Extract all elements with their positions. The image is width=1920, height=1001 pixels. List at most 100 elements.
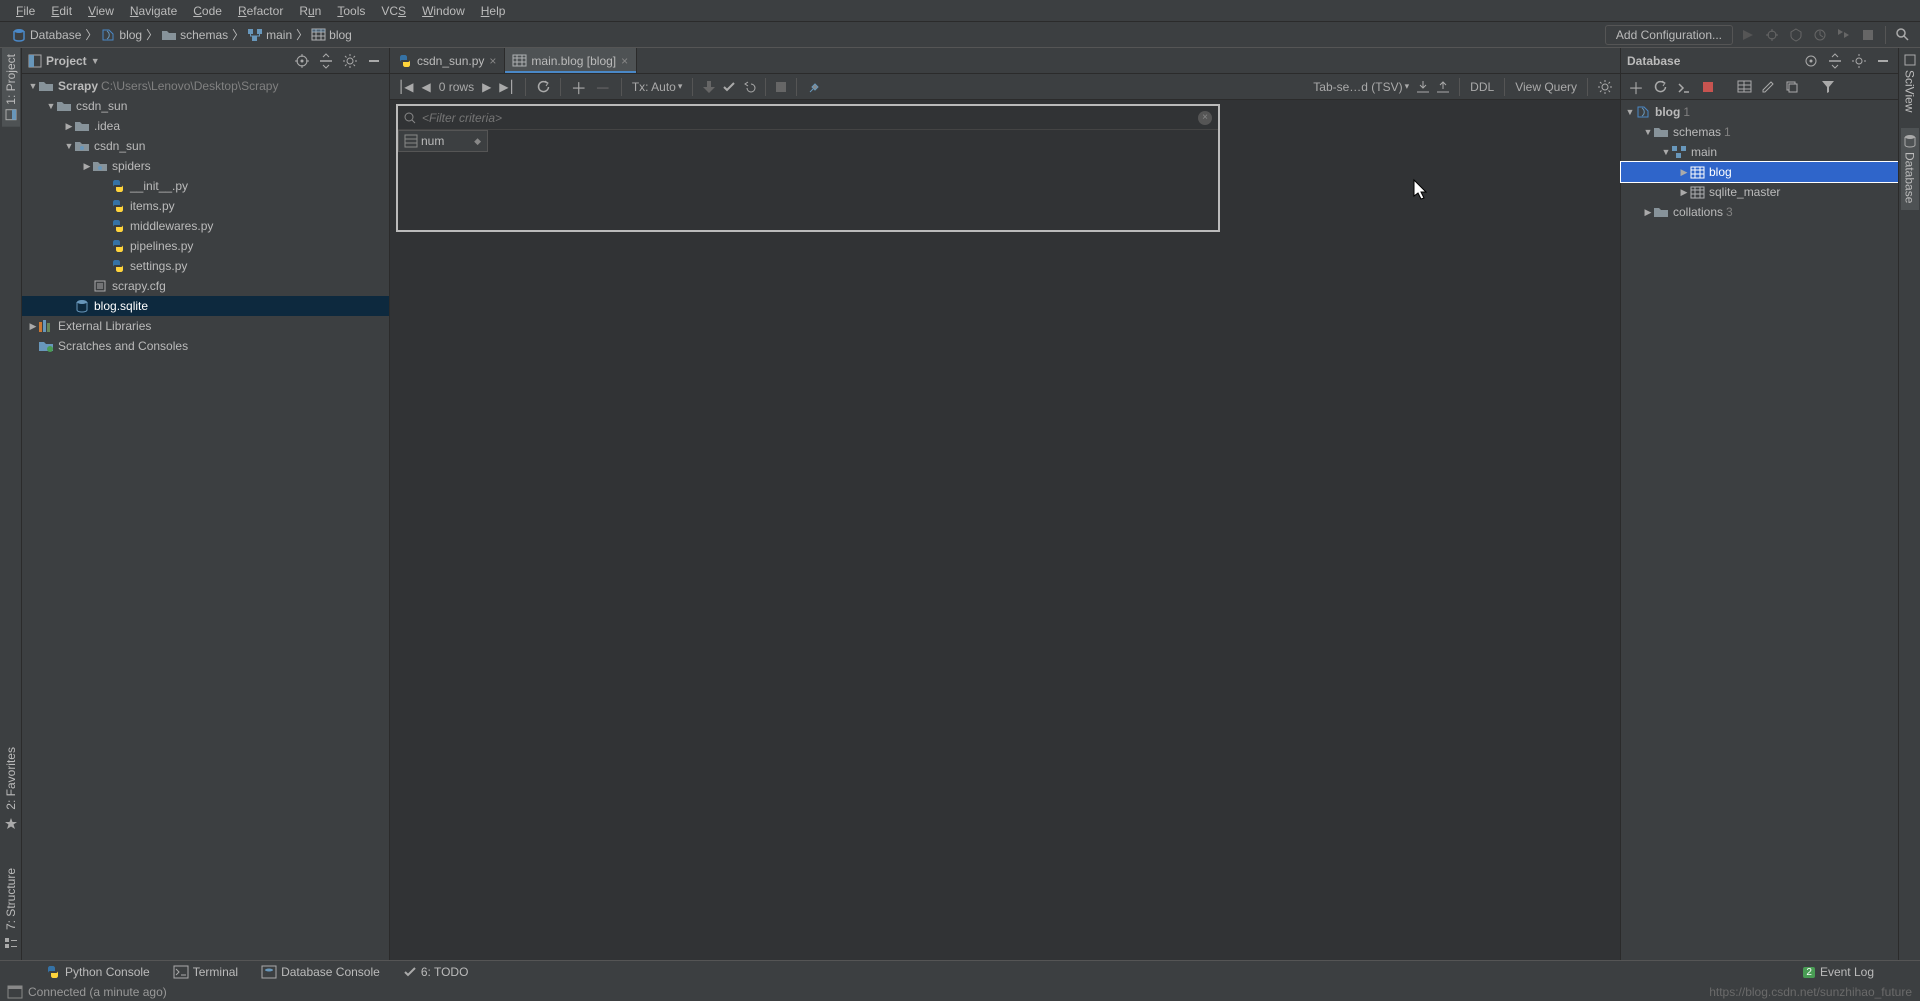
run-coverage-button[interactable] xyxy=(1787,26,1805,44)
rollback-button[interactable] xyxy=(741,81,757,93)
menu-file[interactable]: File xyxy=(8,4,43,18)
tx-mode-dropdown[interactable]: Tx: Auto▾ xyxy=(630,80,685,94)
ddl-button[interactable]: DDL xyxy=(1468,80,1496,94)
debug-button[interactable] xyxy=(1763,26,1781,44)
menu-edit[interactable]: Edit xyxy=(43,4,80,18)
settings-icon[interactable] xyxy=(341,52,359,70)
menu-view[interactable]: View xyxy=(80,4,122,18)
next-page-button[interactable]: ▶ xyxy=(480,80,493,94)
data-grid[interactable]: × num ◆ xyxy=(396,104,1220,232)
menu-code[interactable]: Code xyxy=(185,4,230,18)
concurrent-button[interactable] xyxy=(1835,26,1853,44)
db-node-main[interactable]: main xyxy=(1621,142,1898,162)
tab-csdn-sun-py[interactable]: csdn_sun.py × xyxy=(390,48,505,73)
project-tree[interactable]: Scrapy C:\Users\Lenovo\Desktop\Scrapy cs… xyxy=(22,74,389,960)
stop-icon[interactable] xyxy=(1699,78,1717,96)
edit-icon[interactable] xyxy=(1759,78,1777,96)
gutter-favorites-tab[interactable]: 2: Favorites xyxy=(2,741,20,816)
commit-button[interactable] xyxy=(721,81,737,93)
first-page-button[interactable]: ⎮◀ xyxy=(396,80,415,94)
last-page-button[interactable]: ▶⎮ xyxy=(497,80,516,94)
jump-to-console-icon[interactable] xyxy=(1675,78,1693,96)
tree-items-py[interactable]: items.py xyxy=(22,196,389,216)
filter-icon[interactable] xyxy=(1819,78,1837,96)
breadcrumb-table[interactable]: blog xyxy=(308,28,356,42)
cancel-query-button[interactable] xyxy=(774,82,788,92)
pin-tab-icon[interactable] xyxy=(805,80,823,94)
project-panel-title[interactable]: Project ▼ xyxy=(28,54,100,68)
collapse-all-icon[interactable] xyxy=(1826,52,1844,70)
tree-settings-py[interactable]: settings.py xyxy=(22,256,389,276)
menu-run[interactable]: Run xyxy=(291,4,329,18)
tree-spiders[interactable]: spiders xyxy=(22,156,389,176)
gutter-sciview-tab[interactable]: SciView xyxy=(1901,48,1919,118)
copy-ddl-icon[interactable] xyxy=(1783,78,1801,96)
breadcrumb-connection[interactable]: blog xyxy=(97,28,146,42)
menu-navigate[interactable]: Navigate xyxy=(122,4,185,18)
settings-icon[interactable] xyxy=(1850,52,1868,70)
tree-root[interactable]: Scrapy C:\Users\Lenovo\Desktop\Scrapy xyxy=(22,76,389,96)
tree-scrapy-cfg[interactable]: scrapy.cfg xyxy=(22,276,389,296)
table-view-icon[interactable] xyxy=(1735,78,1753,96)
breadcrumb-database[interactable]: Database xyxy=(8,28,85,42)
locate-icon[interactable] xyxy=(1802,52,1820,70)
add-datasource-icon[interactable]: ＋ xyxy=(1627,78,1645,96)
tree-middlewares-py[interactable]: middlewares.py xyxy=(22,216,389,236)
db-node-blog[interactable]: blog 1 xyxy=(1621,102,1898,122)
collapse-all-icon[interactable] xyxy=(317,52,335,70)
tree-idea[interactable]: .idea xyxy=(22,116,389,136)
add-row-button[interactable]: ＋ xyxy=(569,75,589,99)
table-settings-icon[interactable] xyxy=(1596,80,1614,94)
menu-help[interactable]: Help xyxy=(473,4,514,18)
event-log-button[interactable]: 2 Event Log xyxy=(1803,965,1874,979)
data-extractor-dropdown[interactable]: Tab-se…d (TSV)▾ xyxy=(1311,80,1411,94)
database-console-tab[interactable]: Database Console xyxy=(262,965,380,979)
db-node-collations[interactable]: collations 3 xyxy=(1621,202,1898,222)
prev-page-button[interactable]: ◀ xyxy=(419,80,432,94)
todo-tab[interactable]: 6: TODO xyxy=(404,965,469,979)
gutter-project-tab[interactable]: 1: Project xyxy=(2,48,20,127)
tree-blog-sqlite[interactable]: blog.sqlite xyxy=(22,296,389,316)
close-icon[interactable]: × xyxy=(489,54,496,68)
import-button[interactable] xyxy=(1435,81,1451,93)
view-query-button[interactable]: View Query xyxy=(1513,80,1579,94)
gutter-structure-tab[interactable]: 7: Structure xyxy=(2,862,20,936)
remove-row-button[interactable]: － xyxy=(593,75,613,99)
breadcrumb-main[interactable]: main xyxy=(244,28,296,42)
locate-icon[interactable] xyxy=(293,52,311,70)
export-button[interactable] xyxy=(1415,81,1431,93)
gutter-database-tab[interactable]: Database xyxy=(1901,128,1919,209)
add-configuration-button[interactable]: Add Configuration... xyxy=(1605,25,1733,45)
search-everywhere-button[interactable] xyxy=(1894,26,1912,44)
tree-pipelines-py[interactable]: pipelines.py xyxy=(22,236,389,256)
profile-button[interactable] xyxy=(1811,26,1829,44)
clear-filter-icon[interactable]: × xyxy=(1198,111,1212,125)
reload-button[interactable] xyxy=(534,80,552,94)
hide-icon[interactable] xyxy=(1874,52,1892,70)
filter-input[interactable] xyxy=(422,111,1192,125)
terminal-tab[interactable]: Terminal xyxy=(174,965,238,979)
tree-csdn-sun[interactable]: csdn_sun xyxy=(22,96,389,116)
breadcrumb-schemas[interactable]: schemas xyxy=(158,28,232,42)
menu-vcs[interactable]: VCS xyxy=(373,4,414,18)
menu-tools[interactable]: Tools xyxy=(329,4,373,18)
tree-scratches[interactable]: Scratches and Consoles xyxy=(22,336,389,356)
python-console-tab[interactable]: Python Console xyxy=(46,965,150,979)
db-node-sqlite-master[interactable]: sqlite_master xyxy=(1621,182,1898,202)
hide-icon[interactable] xyxy=(365,52,383,70)
menu-window[interactable]: Window xyxy=(414,4,473,18)
database-tree[interactable]: blog 1 schemas 1 main blog xyxy=(1621,100,1898,960)
menu-refactor[interactable]: Refactor xyxy=(230,4,291,18)
refresh-icon[interactable] xyxy=(1651,78,1669,96)
tree-init[interactable]: __init__.py xyxy=(22,176,389,196)
close-icon[interactable]: × xyxy=(621,54,628,68)
column-header-num[interactable]: num ◆ xyxy=(398,130,488,152)
run-button[interactable] xyxy=(1739,26,1757,44)
db-node-blog-table[interactable]: blog xyxy=(1621,162,1898,182)
submit-button[interactable] xyxy=(701,81,717,93)
status-window-icon[interactable] xyxy=(8,986,22,998)
stop-button[interactable] xyxy=(1859,26,1877,44)
tree-external-libraries[interactable]: External Libraries xyxy=(22,316,389,336)
tree-csdn-sun-pkg[interactable]: csdn_sun xyxy=(22,136,389,156)
db-node-schemas[interactable]: schemas 1 xyxy=(1621,122,1898,142)
